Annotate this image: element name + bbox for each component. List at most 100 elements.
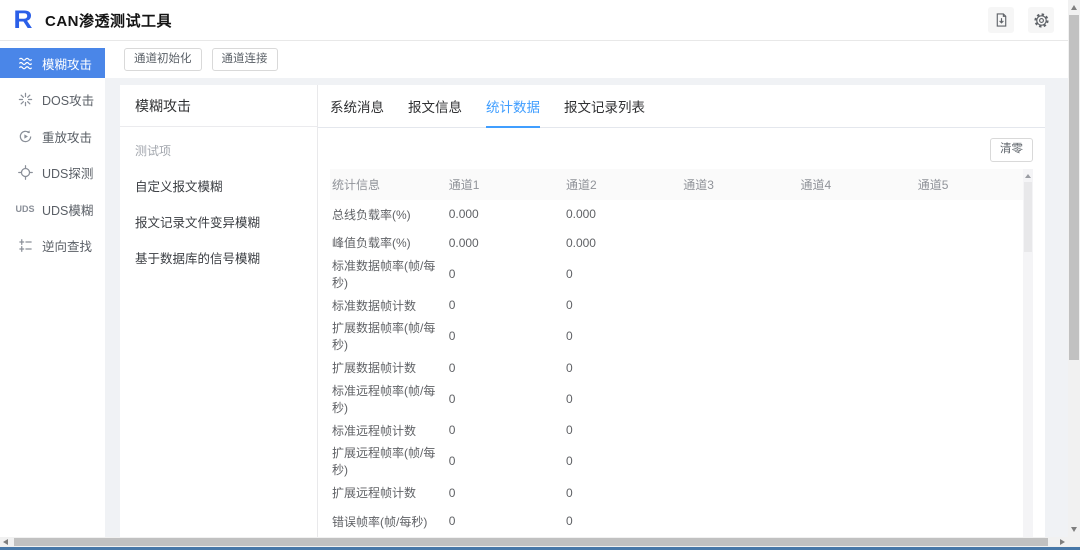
sidebar-item-label: 模糊攻击: [42, 54, 92, 73]
stats-table-row: 标准数据帧率(帧/每秒) 0 0: [330, 257, 1033, 291]
stat-value-ch2: 0: [564, 507, 681, 536]
stat-value-ch5: [916, 382, 1033, 416]
panel-title: 模糊攻击: [120, 85, 317, 127]
settings-gear-icon: [1033, 12, 1050, 29]
scroll-down-icon[interactable]: [1071, 527, 1077, 532]
clear-to-zero-button[interactable]: 清零: [990, 138, 1033, 162]
test-item-panel: 模糊攻击 测试项 自定义报文模糊 报文记录文件变异模糊 基于数据库的信号模糊: [120, 85, 318, 537]
tab-system-messages[interactable]: 系统消息: [330, 85, 384, 127]
page-horizontal-scrollbar[interactable]: [0, 537, 1068, 547]
stat-label: 峰值负载率(%): [330, 228, 447, 257]
stat-value-ch1: 0.000: [447, 228, 564, 257]
sidebar-nav: 模糊攻击 DOS攻击: [0, 41, 105, 537]
stat-value-ch1: 0: [447, 444, 564, 478]
sidebar-item-replay-attack[interactable]: 重放攻击: [0, 121, 105, 151]
stat-value-ch3: [681, 200, 798, 229]
stats-table-row: 标准数据帧计数 0 0: [330, 291, 1033, 320]
stat-value-ch4: [798, 353, 915, 382]
stats-table-row: 扩展数据帧率(帧/每秒) 0 0: [330, 319, 1033, 353]
export-report-icon: [994, 12, 1009, 28]
settings-button[interactable]: [1028, 7, 1054, 33]
stat-value-ch2: 0: [564, 478, 681, 507]
stats-table-row: 标准远程帧率(帧/每秒) 0 0: [330, 382, 1033, 416]
tab-statistics[interactable]: 统计数据: [486, 85, 540, 127]
stat-label: 扩展数据帧计数: [330, 353, 447, 382]
stat-value-ch3: [681, 382, 798, 416]
header-actions: [988, 7, 1054, 33]
sidebar-item-reverse-lookup[interactable]: 逆向查找: [0, 231, 105, 261]
sidebar-item-label: 逆向查找: [42, 236, 92, 255]
stat-value-ch5: [916, 416, 1033, 445]
stat-value-ch4: [798, 382, 915, 416]
stat-value-ch3: [681, 228, 798, 257]
stat-label: 标准远程帧率(帧/每秒): [330, 382, 447, 416]
sidebar-item-uds-fuzz[interactable]: UDS UDS模糊: [0, 194, 105, 224]
tab-message-info[interactable]: 报文信息: [408, 85, 462, 127]
stat-value-ch1: 0: [447, 382, 564, 416]
tab-message-record-list[interactable]: 报文记录列表: [564, 85, 645, 127]
col-channel-1: 通道1: [447, 169, 564, 200]
col-stat-info: 统计信息: [330, 169, 447, 200]
stat-value-ch4: [798, 444, 915, 478]
test-item[interactable]: 自定义报文模糊: [135, 176, 317, 195]
statistics-tab-content: 清零 统计信息 通道: [318, 128, 1045, 537]
sliders-list-icon: [17, 238, 33, 254]
stat-value-ch4: [798, 507, 915, 536]
col-channel-5: 通道5: [916, 169, 1033, 200]
stat-value-ch1: 0.000: [447, 200, 564, 229]
stat-label: 总线负载率(%): [330, 200, 447, 229]
stat-value-ch5: [916, 444, 1033, 478]
stat-value-ch1: 0: [447, 353, 564, 382]
stat-value-ch3: [681, 257, 798, 291]
stat-value-ch1: 0: [447, 478, 564, 507]
stat-value-ch1: 0: [447, 257, 564, 291]
stat-value-ch3: [681, 291, 798, 320]
test-item[interactable]: 基于数据库的信号模糊: [135, 248, 317, 267]
uds-text-icon: UDS: [17, 201, 33, 217]
table-scroll-thumb[interactable]: [1024, 182, 1032, 252]
app-header: R CAN渗透测试工具: [0, 0, 1068, 41]
scroll-left-icon[interactable]: [3, 539, 8, 545]
stats-table-row: 扩展远程帧率(帧/每秒) 0 0: [330, 444, 1033, 478]
stat-value-ch4: [798, 200, 915, 229]
stat-value-ch5: [916, 200, 1033, 229]
stat-value-ch2: 0: [564, 382, 681, 416]
scroll-right-icon[interactable]: [1060, 539, 1065, 545]
horizontal-scroll-thumb[interactable]: [14, 538, 1048, 546]
vertical-scroll-thumb[interactable]: [1069, 15, 1079, 360]
stat-value-ch1: 0: [447, 416, 564, 445]
scroll-up-icon[interactable]: [1071, 5, 1077, 10]
test-items-section-label: 测试项: [135, 142, 317, 159]
stat-value-ch2: 0.000: [564, 200, 681, 229]
stat-value-ch2: 0: [564, 257, 681, 291]
export-report-button[interactable]: [988, 7, 1014, 33]
sidebar-item-label: UDS模糊: [42, 200, 93, 219]
burst-icon: [17, 92, 33, 108]
stat-value-ch1: 0: [447, 291, 564, 320]
table-scrollbar[interactable]: [1023, 169, 1033, 537]
fuzz-attack-panel: 模糊攻击 测试项 自定义报文模糊 报文记录文件变异模糊 基于数据库的信号模糊: [120, 85, 1045, 537]
stat-value-ch4: [798, 291, 915, 320]
stat-value-ch5: [916, 478, 1033, 507]
channel-connect-button[interactable]: 通道连接: [212, 48, 278, 72]
stat-value-ch2: 0.000: [564, 228, 681, 257]
test-item-list: 自定义报文模糊 报文记录文件变异模糊 基于数据库的信号模糊: [120, 176, 317, 267]
channel-init-button[interactable]: 通道初始化: [124, 48, 202, 72]
stat-value-ch5: [916, 228, 1033, 257]
page-vertical-scrollbar[interactable]: [1068, 0, 1080, 537]
stat-value-ch5: [916, 257, 1033, 291]
stat-value-ch3: [681, 444, 798, 478]
test-item[interactable]: 报文记录文件变异模糊: [135, 212, 317, 231]
stat-label: 错误帧率(帧/每秒): [330, 507, 447, 536]
stat-label: 扩展远程帧计数: [330, 478, 447, 507]
stat-value-ch2: 0: [564, 444, 681, 478]
stat-label: 标准远程帧计数: [330, 416, 447, 445]
app-viewport: R CAN渗透测试工具: [0, 0, 1068, 537]
app-window: R CAN渗透测试工具: [0, 0, 1080, 550]
sidebar-item-uds-detect[interactable]: UDS探测: [0, 158, 105, 188]
scrollbar-corner: [1068, 537, 1080, 547]
sidebar-item-fuzz-attack[interactable]: 模糊攻击: [0, 48, 105, 78]
stat-label: 标准数据帧计数: [330, 291, 447, 320]
stat-value-ch3: [681, 353, 798, 382]
sidebar-item-dos-attack[interactable]: DOS攻击: [0, 85, 105, 115]
